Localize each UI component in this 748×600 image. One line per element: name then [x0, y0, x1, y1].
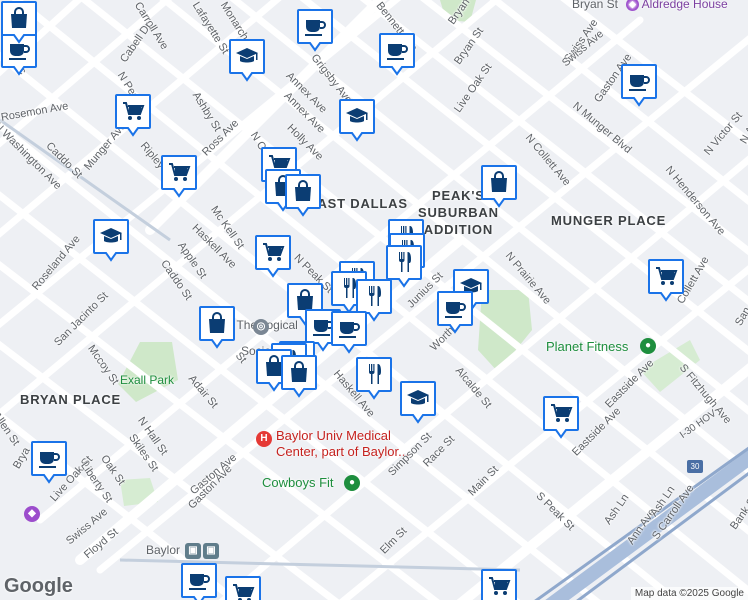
neighborhood-line: ADDITION — [423, 222, 494, 237]
bag-marker[interactable] — [280, 354, 318, 398]
school-marker[interactable] — [228, 38, 266, 82]
cafe-marker[interactable] — [378, 32, 416, 76]
cart-marker[interactable] — [480, 568, 518, 600]
bag-marker[interactable] — [198, 305, 236, 349]
cafe-icon — [305, 20, 326, 36]
transit-icon: ▣ — [203, 543, 219, 559]
map-attribution[interactable]: Map data ©2025 Google — [630, 587, 748, 600]
cart-icon — [263, 243, 285, 261]
cafe-marker[interactable] — [620, 63, 658, 107]
poi-label[interactable]: Baylor Univ Medical — [276, 428, 391, 443]
fitness-icon: ● — [640, 338, 656, 354]
bag-marker[interactable] — [480, 164, 518, 208]
hospital-icon: H — [256, 431, 272, 447]
bag-marker[interactable] — [0, 0, 38, 44]
cafe-icon — [445, 302, 466, 318]
neighborhood-label: BRYAN PLACE — [20, 392, 122, 407]
school-icon — [346, 108, 368, 123]
school-icon — [236, 48, 258, 63]
poi-name: Aldredge House — [641, 0, 728, 11]
map-canvas[interactable]: EAST DALLAS PEAK'S SUBURBAN ADDITION MUN… — [0, 0, 748, 600]
cart-marker[interactable] — [114, 93, 152, 137]
park-label[interactable]: Exall Park — [120, 373, 174, 387]
cart-icon — [233, 584, 255, 600]
school-marker[interactable] — [92, 218, 130, 262]
cafe-marker[interactable] — [436, 290, 474, 334]
cart-icon — [551, 404, 573, 422]
neighborhood-label: EAST DALLAS — [308, 196, 408, 211]
bag-icon — [295, 180, 311, 201]
cafe-icon — [629, 75, 650, 91]
poi-label[interactable]: Cowboys Fit — [262, 475, 334, 490]
cart-icon — [123, 102, 145, 120]
poi-label[interactable]: Planet Fitness — [546, 339, 628, 354]
transit-icon: ▣ — [185, 543, 201, 559]
cart-marker[interactable] — [160, 154, 198, 198]
school-marker[interactable] — [338, 98, 376, 142]
bag-icon — [209, 312, 225, 333]
fitness-icon: ● — [344, 475, 360, 491]
bag-icon — [11, 7, 27, 28]
school-marker[interactable] — [399, 380, 437, 424]
place-icon: ◆ — [626, 0, 639, 12]
bag-marker[interactable] — [284, 173, 322, 217]
poi-label[interactable]: ◆ Aldredge House — [626, 0, 728, 12]
fork-icon — [399, 252, 411, 272]
neighborhood-label: MUNGER PLACE — [551, 213, 667, 228]
landmark-icon: ◎ — [253, 319, 269, 335]
bag-icon — [491, 171, 507, 192]
station-label[interactable]: Baylor — [146, 543, 180, 557]
google-logo: Google — [4, 575, 73, 597]
cart-icon — [169, 163, 191, 181]
cafe-marker[interactable] — [180, 562, 218, 600]
cafe-icon — [387, 44, 408, 60]
cart-marker[interactable] — [254, 234, 292, 278]
cart-marker[interactable] — [224, 575, 262, 600]
cafe-marker[interactable] — [296, 8, 334, 52]
fork-marker[interactable] — [355, 356, 393, 400]
cafe-marker[interactable] — [30, 440, 68, 484]
poi-label: Bryan St — [572, 0, 619, 11]
school-icon — [407, 390, 429, 405]
highway-shield: 30 — [687, 460, 703, 473]
school-icon — [100, 228, 122, 243]
fork-icon — [369, 364, 381, 384]
cart-icon — [656, 267, 678, 285]
cafe-icon — [189, 574, 210, 590]
poi-label: Center, part of Baylor... — [276, 444, 409, 459]
bag-icon — [291, 361, 307, 382]
place-icon: ◆ — [24, 506, 40, 522]
cart-marker[interactable] — [647, 258, 685, 302]
cart-icon — [489, 577, 511, 595]
cafe-icon — [39, 452, 60, 468]
cart-marker[interactable] — [542, 395, 580, 439]
fork-icon — [369, 286, 381, 306]
cafe-icon — [339, 322, 360, 338]
cafe-marker[interactable] — [330, 310, 368, 354]
